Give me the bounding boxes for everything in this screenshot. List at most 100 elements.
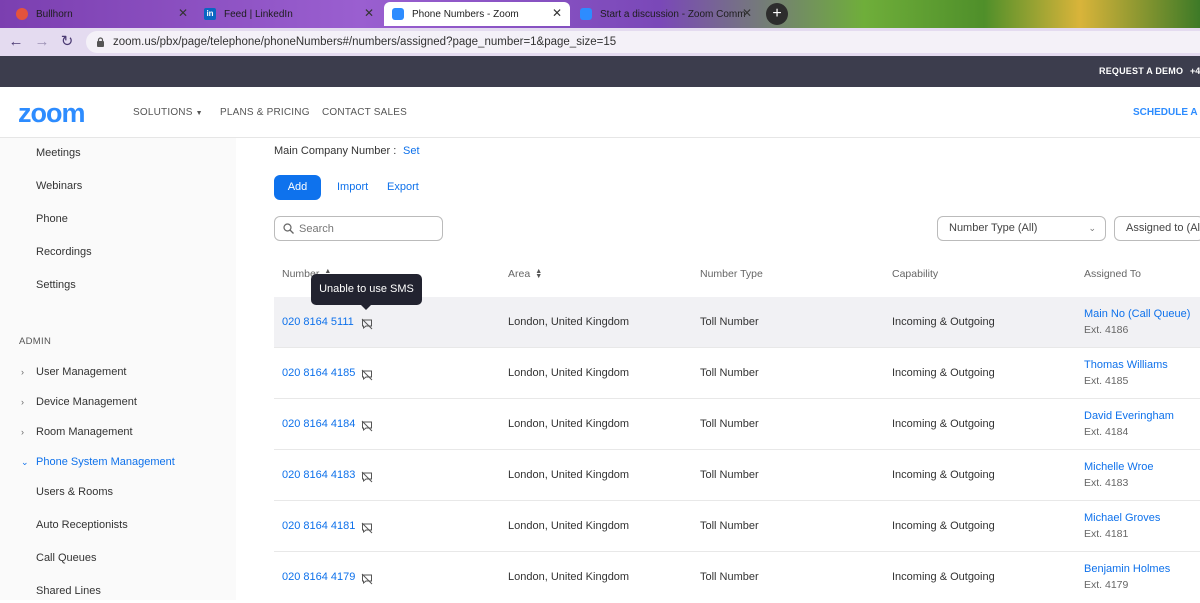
schedule-meeting-link[interactable]: SCHEDULE A M [1133,107,1200,118]
search-icon [283,223,294,234]
search-input[interactable]: Search [274,216,443,241]
extension-text: Ext. 4185 [1084,375,1129,387]
sidebar-item-settings[interactable]: Settings [36,279,76,291]
assigned-to-link[interactable]: David Everingham [1084,410,1174,422]
chevron-right-icon[interactable]: › [21,367,24,377]
extension-text: Ext. 4181 [1084,528,1129,540]
tab-title: Phone Numbers - Zoom [412,8,519,20]
sidebar-item-room-management[interactable]: Room Management [36,426,133,438]
phone-number-link[interactable]: 020 8164 4183 [282,469,355,481]
contact-sales-link[interactable]: CONTACT SALES [322,107,407,118]
browser-tab-strip: Bullhorn ✕ in Feed | LinkedIn ✕ Phone Nu… [0,0,1200,28]
phone-number-link[interactable]: 020 8164 4181 [282,520,355,532]
extension-text: Ext. 4184 [1084,426,1129,438]
extension-text: Ext. 4183 [1084,477,1129,489]
phone-number-link[interactable]: 020 8164 4185 [282,367,355,379]
column-header-capability: Capability [892,268,939,280]
close-icon[interactable]: ✕ [178,6,188,20]
browser-toolbar: ← → ↻ zoom.us/pbx/page/telephone/phoneNu… [0,28,1200,56]
assigned-to-link[interactable]: Thomas Williams [1084,359,1168,371]
assigned-to-link[interactable]: Michelle Wroe [1084,461,1154,473]
sidebar: Meetings Webinars Phone Recordings Setti… [0,138,236,600]
search-placeholder: Search [299,222,334,235]
url-text: zoom.us/pbx/page/telephone/phoneNumbers#… [113,36,617,48]
assigned-to-filter[interactable]: Assigned to (All [1114,216,1200,241]
phone-number-link[interactable]: 020 8164 4184 [282,418,355,430]
table-row[interactable]: 020 8164 4179 London, United Kingdom Tol… [274,552,1200,603]
sms-disabled-icon[interactable] [361,521,373,534]
number-type-filter-value: Number Type (All) [949,222,1038,234]
export-link[interactable]: Export [387,181,419,193]
sms-disabled-icon[interactable] [361,317,373,330]
chevron-right-icon[interactable]: › [21,427,24,437]
sms-disabled-icon[interactable] [361,572,373,585]
extension-text: Ext. 4186 [1084,324,1129,336]
back-arrow-icon[interactable]: ← [6,32,26,52]
sms-disabled-icon[interactable] [361,419,373,432]
sidebar-item-shared-lines[interactable]: Shared Lines [36,585,101,597]
set-main-number-link[interactable]: Set [403,145,420,157]
plans-pricing-link[interactable]: PLANS & PRICING [220,107,310,118]
lock-icon [96,37,105,47]
browser-tab-linkedin[interactable]: in Feed | LinkedIn ✕ [196,2,382,26]
top-utility-bar: REQUEST A DEMO +4 [0,56,1200,87]
chevron-down-icon[interactable]: ⌄ [21,457,29,468]
sidebar-item-webinars[interactable]: Webinars [36,180,82,192]
sidebar-item-auto-receptionists[interactable]: Auto Receptionists [36,519,128,531]
column-header-number-type: Number Type [700,268,763,280]
zoom-favicon-icon [392,8,404,20]
browser-tab-phone-numbers[interactable]: Phone Numbers - Zoom ✕ [384,2,570,26]
table-row[interactable]: 020 8164 4181 London, United Kingdom Tol… [274,501,1200,552]
table-row[interactable]: 020 8164 4183 London, United Kingdom Tol… [274,450,1200,501]
area-cell: London, United Kingdom [508,571,630,583]
close-icon[interactable]: ✕ [552,6,562,20]
sms-tooltip: Unable to use SMS [311,274,422,310]
linkedin-favicon-icon: in [204,8,216,20]
import-link[interactable]: Import [337,181,368,193]
sidebar-item-user-management[interactable]: User Management [36,366,127,378]
browser-tab-bullhorn[interactable]: Bullhorn ✕ [8,2,196,26]
tab-title: Bullhorn [36,8,73,20]
capability-cell: Incoming & Outgoing [892,418,995,430]
number-type-cell: Toll Number [700,469,759,481]
sidebar-item-phone[interactable]: Phone [36,213,68,225]
sidebar-item-users-rooms[interactable]: Users & Rooms [36,486,113,498]
sidebar-item-call-queues[interactable]: Call Queues [36,552,97,564]
browser-tab-start-discussion[interactable]: Start a discussion - Zoom Comm ✕ [572,2,760,26]
assigned-to-link[interactable]: Benjamin Holmes [1084,563,1170,575]
add-button[interactable]: Add [274,175,321,200]
area-cell: London, United Kingdom [508,367,630,379]
reload-icon[interactable]: ↻ [57,32,77,52]
sidebar-item-meetings[interactable]: Meetings [36,147,81,159]
phone-numbers-panel: Main Company Number : Set Add Import Exp… [236,138,1200,600]
table-row[interactable]: 020 8164 4184 London, United Kingdom Tol… [274,399,1200,450]
phone-number-link[interactable]: 020 8164 5111 [282,316,354,328]
zoom-logo[interactable]: zoom [18,98,85,129]
main-navigation: zoom SOLUTIONS ▼ PLANS & PRICING CONTACT… [0,87,1200,138]
request-demo-link[interactable]: REQUEST A DEMO [1099,66,1183,76]
assigned-to-filter-value: Assigned to (All [1126,222,1200,234]
sms-disabled-icon[interactable] [361,368,373,381]
forward-arrow-icon[interactable]: → [32,32,52,52]
chevron-down-icon: ⌄ [1088,223,1096,233]
sidebar-item-phone-system-management[interactable]: Phone System Management [36,456,175,468]
solutions-menu[interactable]: SOLUTIONS ▼ [133,107,203,118]
close-icon[interactable]: ✕ [364,6,374,20]
area-cell: London, United Kingdom [508,520,630,532]
assigned-to-link[interactable]: Main No (Call Queue) [1084,308,1190,320]
new-tab-button[interactable]: + [766,3,788,25]
close-icon[interactable]: ✕ [742,6,752,20]
assigned-to-link[interactable]: Michael Groves [1084,512,1160,524]
number-type-cell: Toll Number [700,316,759,328]
capability-cell: Incoming & Outgoing [892,520,995,532]
sidebar-item-device-management[interactable]: Device Management [36,396,137,408]
address-bar[interactable]: zoom.us/pbx/page/telephone/phoneNumbers#… [86,31,1200,53]
sms-disabled-icon[interactable] [361,470,373,483]
chevron-right-icon[interactable]: › [21,397,24,407]
number-type-filter[interactable]: Number Type (All) ⌄ [937,216,1106,241]
column-header-area[interactable]: Area ▲ ▼ [508,268,542,280]
table-row[interactable]: 020 8164 4185 London, United Kingdom Tol… [274,348,1200,399]
phone-link[interactable]: +4 [1190,66,1200,76]
phone-number-link[interactable]: 020 8164 4179 [282,571,355,583]
sidebar-item-recordings[interactable]: Recordings [36,246,92,258]
